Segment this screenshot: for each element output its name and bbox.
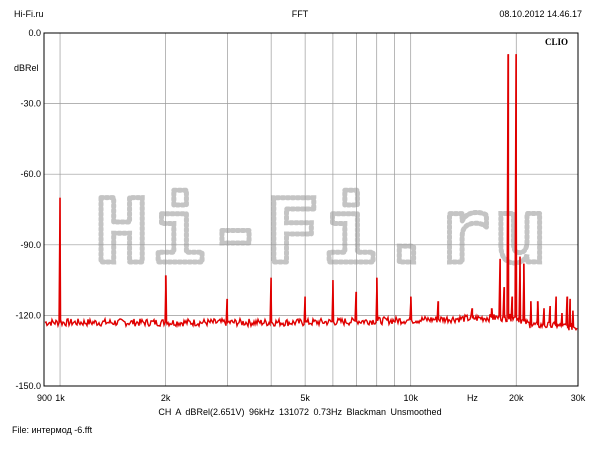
fft-chart: Hi-Fi.ru 0.0-30.0-60.0-90.0-120.0-150.0 … <box>14 28 586 403</box>
y-tick-label: -30.0 <box>20 99 41 109</box>
y-tick-label: -150.0 <box>15 381 41 391</box>
watermark: Hi-Fi.ru <box>93 178 551 286</box>
y-tick-label: -120.0 <box>15 310 41 320</box>
x-tick-label: 900 <box>37 393 52 403</box>
y-axis-label: dBRel <box>14 63 39 73</box>
y-tick-label: 0.0 <box>28 28 41 38</box>
measurement-settings: CH A dBRel(2.651V) 96kHz 131072 0.73Hz B… <box>158 407 442 417</box>
watermark-text: Hi-Fi.ru <box>95 180 551 283</box>
x-tick-label: 2k <box>161 393 171 403</box>
x-tick-label: 5k <box>300 393 310 403</box>
x-tick-label: 20k <box>509 393 524 403</box>
x-axis: 900 1k 2k 5k 10k 20k 30k Hz <box>37 393 586 403</box>
y-tick-label: -90.0 <box>20 240 41 250</box>
x-tick-label: 30k <box>571 393 586 403</box>
file-name: File: интермод -6.fft <box>12 425 93 435</box>
x-tick-label: 1k <box>55 393 65 403</box>
y-tick-label: -60.0 <box>20 169 41 179</box>
x-tick-label: 10k <box>403 393 418 403</box>
y-axis: 0.0 -30.0 -60.0 -90.0 -120.0 -150.0 <box>15 28 41 391</box>
clio-brand-label: CLIO <box>545 37 568 47</box>
x-axis-label: Hz <box>467 393 478 403</box>
